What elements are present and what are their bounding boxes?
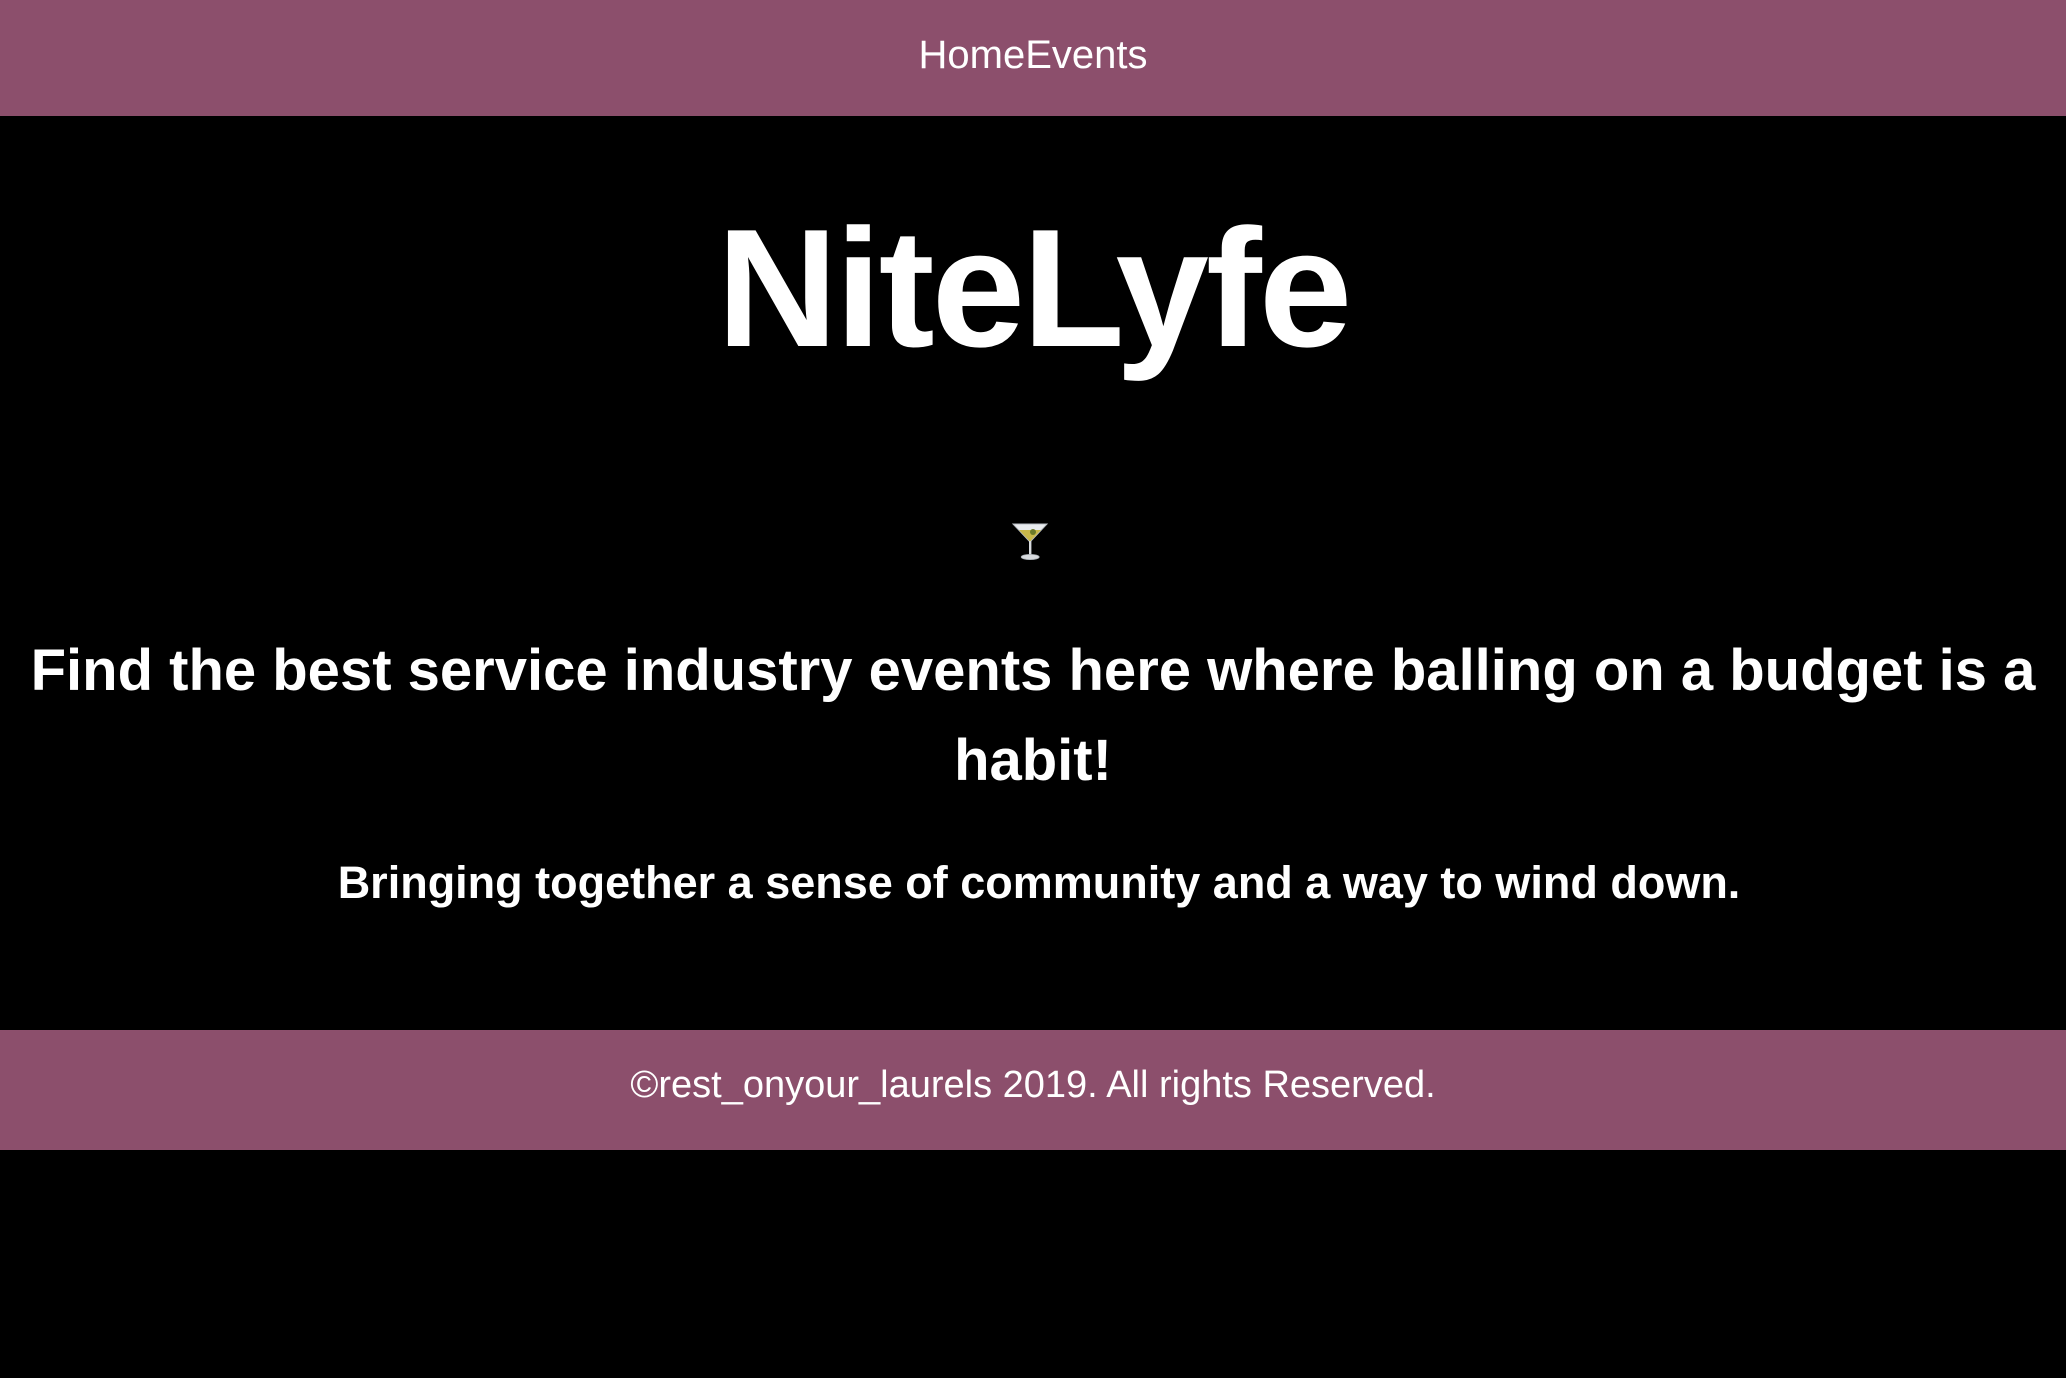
hero-subtagline: Bringing together a sense of community a…	[337, 857, 1741, 908]
hero-tagline: Find the best service industry events he…	[30, 638, 2036, 793]
site-title: NiteLyfe	[716, 194, 1353, 382]
copyright-text: ©rest_onyour_laurels 2019. All rights Re…	[630, 1064, 1436, 1106]
hero-section: NiteLyfe Find the best service industry …	[0, 116, 2066, 1030]
nav-link-events[interactable]: Events	[1025, 35, 1147, 75]
nav-links: Home Events	[919, 35, 1148, 75]
top-navbar: Home Events	[0, 0, 2066, 116]
footer: ©rest_onyour_laurels 2019. All rights Re…	[0, 1030, 2066, 1150]
cocktail-glass-icon	[1010, 518, 1050, 562]
nav-link-home[interactable]: Home	[919, 35, 1026, 75]
